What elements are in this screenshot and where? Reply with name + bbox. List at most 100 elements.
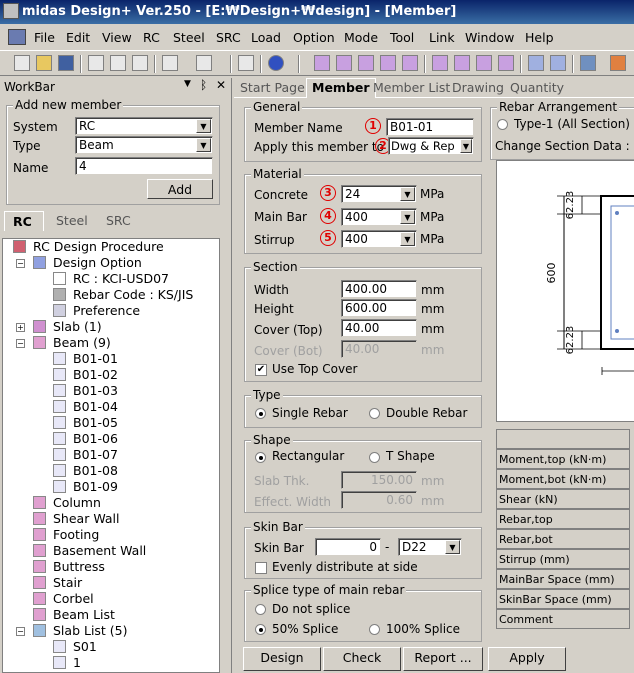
redo-icon[interactable]: [196, 55, 212, 71]
tree-item-stair[interactable]: Stair: [33, 575, 82, 591]
tree-item-b01-02[interactable]: B01-02: [53, 367, 118, 383]
tree-item-rc-code[interactable]: RC : KCI-USD07: [53, 271, 169, 287]
table-row[interactable]: Stirrup (mm): [496, 549, 630, 569]
tree-item-b01-09[interactable]: B01-09: [53, 479, 118, 495]
menu-view[interactable]: View: [102, 30, 132, 45]
tree-item-slab[interactable]: Slab (1): [33, 319, 102, 335]
tab-start-page[interactable]: Start Page: [240, 78, 305, 98]
menu-option[interactable]: Option: [293, 30, 335, 45]
tab-member-list[interactable]: Member List: [373, 78, 450, 98]
stirrup-select[interactable]: 400 ▼: [341, 230, 417, 248]
buttress-tool-icon[interactable]: [454, 55, 470, 71]
tab-rc[interactable]: RC: [4, 211, 44, 231]
collapse-icon[interactable]: −: [16, 339, 25, 348]
check-button[interactable]: Check: [323, 647, 401, 671]
menu-src[interactable]: SRC: [216, 30, 241, 45]
menu-window[interactable]: Window: [465, 30, 514, 45]
skinbar-count-input[interactable]: 0: [315, 538, 381, 556]
tree-item-b01-03[interactable]: B01-03: [53, 383, 118, 399]
table-row[interactable]: Moment,bot (kN·m): [496, 469, 630, 489]
wall-tool-icon[interactable]: [358, 55, 374, 71]
report-button[interactable]: Report ...: [403, 647, 483, 671]
tree-item-rebar-code[interactable]: Rebar Code : KS/JIS: [53, 287, 193, 303]
tree-item-slab-list[interactable]: Slab List (5): [33, 623, 128, 639]
tree-item-beam-list[interactable]: Beam List: [33, 607, 115, 623]
menu-link[interactable]: Link: [429, 30, 455, 45]
basement-tool-icon[interactable]: [498, 55, 514, 71]
dropdown-icon[interactable]: ▼: [184, 79, 191, 89]
tree-item-b01-08[interactable]: B01-08: [53, 463, 118, 479]
corbel-tool-icon[interactable]: [476, 55, 492, 71]
design-button[interactable]: Design: [243, 647, 321, 671]
table-row[interactable]: MainBar Space (mm): [496, 569, 630, 589]
single-rebar-radio[interactable]: [255, 408, 266, 419]
evenly-distribute-checkbox[interactable]: [255, 562, 267, 574]
tree-item-footing[interactable]: Footing: [33, 527, 99, 543]
height-input[interactable]: 600.00: [341, 299, 417, 317]
print-icon[interactable]: [238, 55, 254, 71]
tab-quantity[interactable]: Quantity: [510, 78, 564, 98]
help-icon[interactable]: [268, 55, 284, 71]
no-splice-radio[interactable]: [255, 604, 266, 615]
menu-help[interactable]: Help: [525, 30, 554, 45]
tree-item-rc-design[interactable]: RC Design Procedure: [13, 239, 164, 255]
member-name-input[interactable]: B01-01: [386, 118, 474, 136]
close-icon[interactable]: ✕: [216, 78, 226, 92]
use-top-cover-checkbox[interactable]: ✔: [255, 364, 267, 376]
menu-doc-icon[interactable]: [8, 29, 26, 45]
table-row[interactable]: Rebar,top: [496, 509, 630, 529]
splice-100-radio[interactable]: [369, 624, 380, 635]
apply-member-select[interactable]: Dwg & Rep ▼: [388, 137, 474, 155]
add-button[interactable]: Add: [147, 179, 213, 199]
tree-item-b01-07[interactable]: B01-07: [53, 447, 118, 463]
skinbar-size-select[interactable]: D22 ▼: [398, 538, 462, 556]
menu-rc[interactable]: RC: [143, 30, 160, 45]
table-row[interactable]: Shear (kN): [496, 489, 630, 509]
list-tool-icon[interactable]: [528, 55, 544, 71]
tree-item-buttress[interactable]: Buttress: [33, 559, 105, 575]
tab-src[interactable]: SRC: [106, 211, 146, 231]
new-icon[interactable]: [14, 55, 30, 71]
table-row[interactable]: Rebar,bot: [496, 529, 630, 549]
double-rebar-radio[interactable]: [369, 408, 380, 419]
menu-file[interactable]: File: [34, 30, 55, 45]
width-input[interactable]: 400.00: [341, 280, 417, 298]
open-icon[interactable]: [36, 55, 52, 71]
rectangular-radio[interactable]: [255, 452, 266, 463]
type1-radio[interactable]: [497, 119, 508, 130]
cover-top-input[interactable]: 40.00: [341, 319, 417, 337]
expand-icon[interactable]: +: [16, 323, 25, 332]
table-row[interactable]: Moment,top (kN·m): [496, 449, 630, 469]
tree-item-s01[interactable]: S01: [53, 639, 97, 655]
menu-mode[interactable]: Mode: [344, 30, 378, 45]
beam-tool-icon[interactable]: [314, 55, 330, 71]
name-input[interactable]: 4: [75, 157, 213, 175]
move-tool-icon[interactable]: [610, 55, 626, 71]
slab-tool-icon[interactable]: [380, 55, 396, 71]
tree-item-b01-05[interactable]: B01-05: [53, 415, 118, 431]
tree-item-preference[interactable]: Preference: [53, 303, 140, 319]
tree-item-design-option[interactable]: Design Option: [33, 255, 142, 271]
type-select[interactable]: Beam ▼: [75, 136, 213, 154]
table-tool-icon[interactable]: [550, 55, 566, 71]
tree-item-b01-04[interactable]: B01-04: [53, 399, 118, 415]
tshape-radio[interactable]: [369, 452, 380, 463]
concrete-select[interactable]: 24 ▼: [341, 185, 417, 203]
tree-item-b01-06[interactable]: B01-06: [53, 431, 118, 447]
paste-icon[interactable]: [132, 55, 148, 71]
collapse-icon[interactable]: −: [16, 259, 25, 268]
menu-edit[interactable]: Edit: [66, 30, 90, 45]
table-row[interactable]: Comment: [496, 609, 630, 629]
apply-button[interactable]: Apply: [488, 647, 566, 671]
tree-item-column[interactable]: Column: [33, 495, 101, 511]
splice-50-radio[interactable]: [255, 624, 266, 635]
tab-member[interactable]: Member: [306, 78, 376, 98]
tab-steel[interactable]: Steel: [56, 211, 96, 231]
stair-tool-icon[interactable]: [432, 55, 448, 71]
menu-steel[interactable]: Steel: [173, 30, 205, 45]
pin-icon[interactable]: ᛒ: [200, 78, 207, 92]
calc-tool-icon[interactable]: [580, 55, 596, 71]
tree-item-b01-01[interactable]: B01-01: [53, 351, 118, 367]
tree-item-1[interactable]: 1: [53, 655, 81, 671]
tree-item-corbel[interactable]: Corbel: [33, 591, 94, 607]
